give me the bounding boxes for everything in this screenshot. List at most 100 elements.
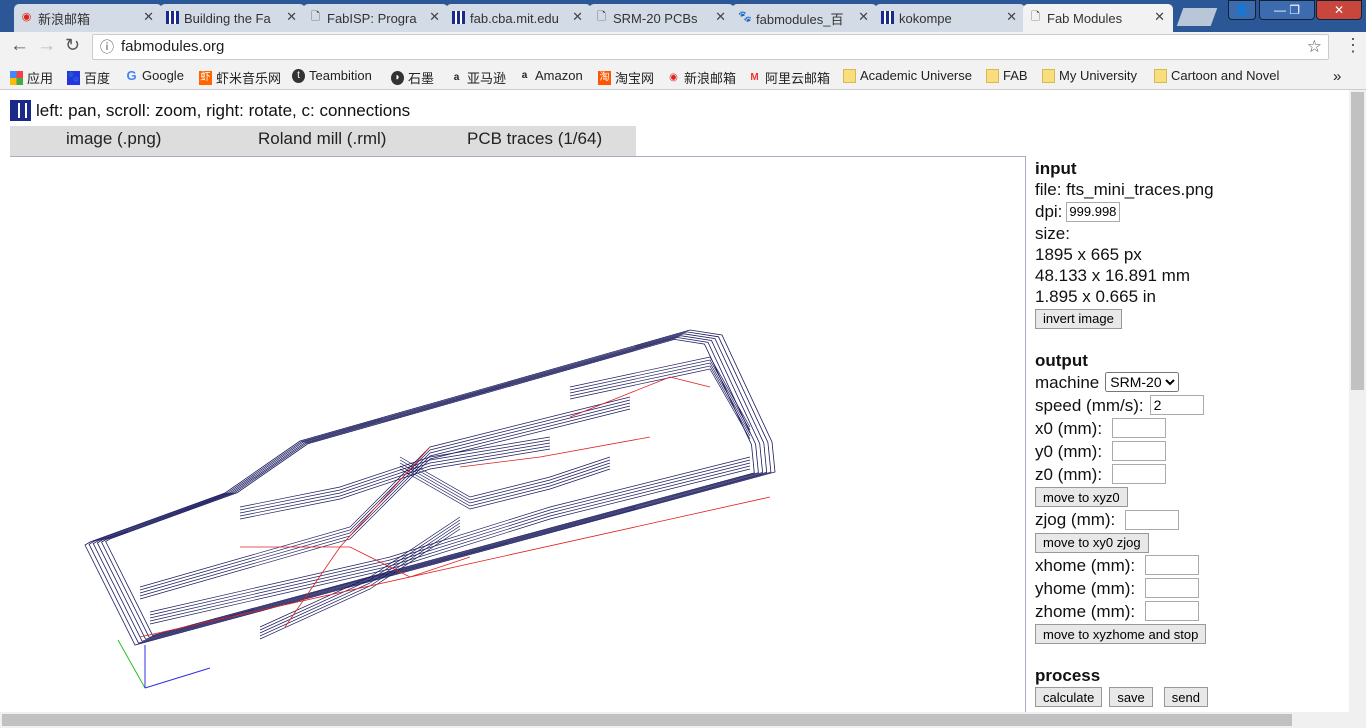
bookmark-teambition[interactable]: t Teambition bbox=[292, 68, 372, 83]
fab-logo-icon bbox=[10, 100, 31, 121]
close-icon[interactable]: ✕ bbox=[143, 9, 154, 25]
close-icon[interactable]: ✕ bbox=[858, 9, 869, 25]
settings-panel: input file: fts_mini_traces.png dpi: siz… bbox=[1035, 158, 1345, 708]
vertical-scroll-thumb[interactable] bbox=[1351, 92, 1364, 390]
forward-icon[interactable]: → bbox=[37, 35, 56, 57]
bookmark-academic-universe[interactable]: Academic Universe bbox=[843, 68, 972, 83]
save-button[interactable]: save bbox=[1109, 687, 1153, 707]
bookmark-google[interactable]: G Google bbox=[125, 67, 183, 83]
menu-pcb-traces[interactable]: PCB traces (1/64) bbox=[467, 129, 602, 149]
bookmark-label: 应用 bbox=[27, 71, 54, 86]
horizontal-scroll-thumb[interactable] bbox=[2, 714, 1292, 726]
bookmark-cartoon-novel[interactable]: Cartoon and Novel bbox=[1154, 68, 1279, 83]
close-icon[interactable]: ✕ bbox=[1154, 9, 1165, 25]
x0-label: x0 (mm): bbox=[1035, 418, 1103, 438]
folder-icon bbox=[843, 68, 856, 83]
bookmark-label: 新浪邮箱 bbox=[684, 71, 737, 86]
bookmark-fab[interactable]: FAB bbox=[986, 68, 1028, 83]
x0-input[interactable] bbox=[1112, 418, 1167, 438]
bookmark-xiami[interactable]: 虾虾米音乐网 bbox=[199, 68, 281, 87]
tab-kokompe[interactable]: kokompe ✕ bbox=[875, 4, 1025, 32]
tab-title: FabISP: Progra bbox=[327, 10, 417, 26]
address-toolbar: ← → ↻ ⓘ fabmodules.org ☆ ⋮ bbox=[0, 32, 1366, 62]
tab-srm20[interactable]: 🗋 SRM-20 PCBs ✕ bbox=[589, 4, 734, 32]
invert-image-button[interactable]: invert image bbox=[1035, 308, 1122, 329]
calculate-button[interactable]: calculate bbox=[1035, 687, 1103, 707]
y0-input[interactable] bbox=[1112, 441, 1167, 461]
folder-icon bbox=[1154, 68, 1167, 83]
close-window-button[interactable]: ✕ bbox=[1316, 0, 1362, 20]
close-icon[interactable]: ✕ bbox=[286, 9, 297, 25]
speed-input[interactable] bbox=[1149, 395, 1204, 415]
send-button[interactable]: send bbox=[1163, 687, 1208, 707]
baidu-paw-icon: 🐾 bbox=[67, 70, 80, 85]
tab-title: Fab Modules bbox=[1047, 10, 1123, 26]
toolpath-view bbox=[84, 329, 776, 689]
more-bookmarks[interactable]: » bbox=[1333, 68, 1341, 85]
zhome-input[interactable] bbox=[1145, 601, 1200, 621]
connection-line bbox=[139, 496, 771, 638]
close-icon[interactable]: ✕ bbox=[715, 9, 726, 25]
bookmark-amazon[interactable]: a Amazon bbox=[518, 68, 583, 83]
info-icon: ⓘ bbox=[100, 39, 114, 55]
close-icon[interactable]: ✕ bbox=[572, 9, 583, 25]
zjog-input[interactable] bbox=[1125, 509, 1180, 530]
user-icon[interactable]: 👤 bbox=[1228, 0, 1256, 20]
tab-title: SRM-20 PCBs bbox=[613, 10, 698, 26]
bookmark-amazon-cn[interactable]: a 亚马逊 bbox=[450, 68, 506, 87]
url-bar[interactable]: ⓘ fabmodules.org ☆ bbox=[92, 34, 1329, 60]
xhome-input[interactable] bbox=[1145, 555, 1200, 575]
move-to-xy0-zjog-button[interactable]: move to xy0 zjog bbox=[1035, 532, 1149, 553]
back-icon[interactable]: ← bbox=[10, 35, 29, 57]
reload-icon[interactable]: ↻ bbox=[65, 35, 80, 56]
toolpath-contour bbox=[92, 333, 768, 642]
amazon-icon: a bbox=[521, 69, 528, 81]
yhome-input[interactable] bbox=[1145, 578, 1200, 598]
move-to-xyzhome-button[interactable]: move to xyzhome and stop bbox=[1035, 624, 1207, 644]
new-tab-button[interactable] bbox=[1176, 8, 1218, 26]
menu-icon[interactable]: ⋮ bbox=[1344, 35, 1362, 56]
bookmark-sina-mail[interactable]: ◉ 新浪邮箱 bbox=[667, 68, 736, 87]
minimize-restore-buttons[interactable]: — ❐ bbox=[1259, 0, 1315, 20]
size-label: size: bbox=[1035, 224, 1070, 243]
menu-roland-mill[interactable]: Roland mill (.rml) bbox=[258, 129, 386, 149]
folder-icon bbox=[1042, 68, 1055, 83]
bookmark-shimo[interactable]: ◗ 石墨 bbox=[391, 68, 434, 87]
close-icon[interactable]: ✕ bbox=[429, 9, 440, 25]
tab-title: fabmodules_百 bbox=[756, 11, 844, 27]
toolpath-canvas[interactable] bbox=[10, 156, 1026, 716]
bookmark-aliyun-mail[interactable]: M 阿里云邮箱 bbox=[748, 68, 830, 87]
toolpath-contour bbox=[101, 337, 759, 638]
close-icon[interactable]: ✕ bbox=[1006, 9, 1017, 25]
apps-icon bbox=[10, 70, 23, 85]
z0-input[interactable] bbox=[1112, 464, 1167, 484]
bookmark-label: 亚马逊 bbox=[467, 71, 507, 86]
dpi-input[interactable] bbox=[1066, 201, 1121, 222]
grid-icon bbox=[881, 11, 894, 24]
tab-fabisp[interactable]: 🗋 FabISP: Progra ✕ bbox=[303, 4, 448, 32]
xhome-label: xhome (mm): bbox=[1035, 555, 1136, 575]
menu-image-png[interactable]: image (.png) bbox=[66, 129, 161, 149]
size-mm: 48.133 x 16.891 mm bbox=[1035, 266, 1190, 285]
bookmark-apps[interactable]: 应用 bbox=[10, 68, 53, 87]
google-icon: G bbox=[126, 67, 137, 83]
star-icon[interactable]: ☆ bbox=[1307, 35, 1322, 59]
bookmark-taobao[interactable]: 淘淘宝网 bbox=[598, 68, 654, 87]
move-to-xyz0-button[interactable]: move to xyz0 bbox=[1035, 487, 1128, 507]
tab-sina-mail[interactable]: ◉ 新浪邮箱 ✕ bbox=[14, 4, 162, 32]
bookmark-label: 虾米音乐网 bbox=[216, 71, 282, 86]
bookmark-my-university[interactable]: My University bbox=[1042, 68, 1137, 83]
amazon-icon: a bbox=[453, 71, 460, 83]
axis-line bbox=[144, 667, 211, 689]
bookmark-baidu[interactable]: 🐾 百度 bbox=[67, 68, 110, 87]
tab-fab-modules[interactable]: 🗋 Fab Modules ✕ bbox=[1023, 4, 1173, 32]
size-in: 1.895 x 0.665 in bbox=[1035, 287, 1156, 306]
tab-fabmodules-baidu[interactable]: 🐾 fabmodules_百 ✕ bbox=[732, 4, 877, 32]
baidu-paw-icon: 🐾 bbox=[738, 11, 752, 23]
size-px: 1895 x 665 px bbox=[1035, 245, 1142, 264]
machine-label: machine bbox=[1035, 372, 1100, 392]
weibo-icon: ◉ bbox=[669, 71, 678, 83]
machine-select[interactable]: SRM-20 bbox=[1105, 372, 1180, 392]
tab-building[interactable]: Building the Fa ✕ bbox=[160, 4, 305, 32]
tab-fab-cba[interactable]: fab.cba.mit.edu ✕ bbox=[446, 4, 591, 32]
